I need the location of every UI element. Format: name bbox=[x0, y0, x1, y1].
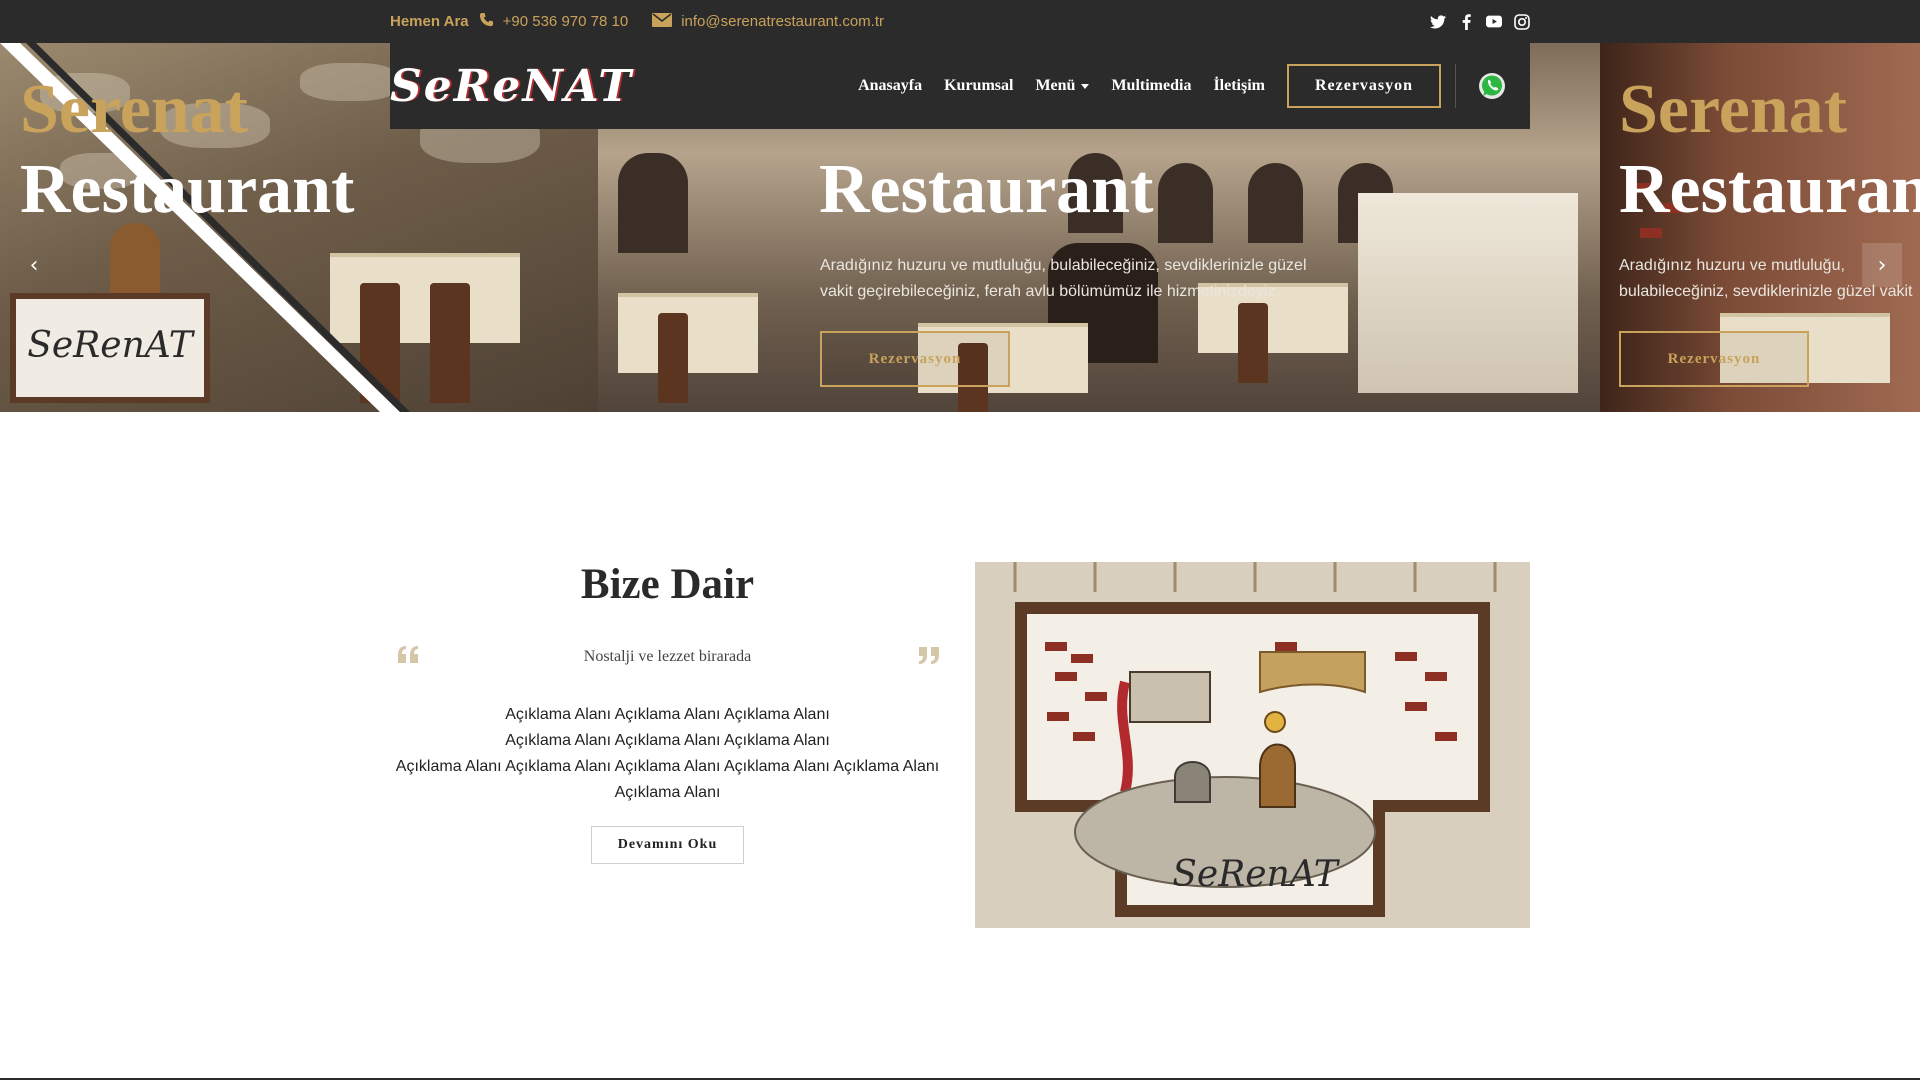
nav-home-label: Anasayfa bbox=[858, 77, 923, 94]
top-bar: Hemen Ara +90 536 970 78 10 info@serenat… bbox=[0, 0, 1920, 43]
nav-menu-label: Menü bbox=[1035, 77, 1076, 94]
arch-window bbox=[618, 153, 688, 253]
about-subtitle: Nostalji ve lezzet birarada bbox=[583, 648, 752, 665]
chair-image bbox=[658, 313, 688, 403]
main-header: SeReNAT Anasayfa Kurumsal Menü Multimedi… bbox=[390, 43, 1530, 129]
staircase bbox=[1358, 193, 1578, 393]
brick-detail bbox=[1640, 228, 1662, 238]
slide-title-line1: Serenat bbox=[1619, 71, 1848, 148]
slider-next-arrow[interactable]: › bbox=[1862, 243, 1902, 287]
description-line: Açıklama Alanı bbox=[614, 784, 721, 801]
about-image: SeRenAT bbox=[975, 562, 1530, 928]
reserve-button[interactable]: Rezervasyon bbox=[1287, 64, 1441, 108]
about-title: Bize Dair bbox=[580, 561, 755, 608]
nav-corporate-label: Kurumsal bbox=[944, 77, 1014, 94]
youtube-icon[interactable] bbox=[1486, 14, 1502, 30]
nav-divider bbox=[1455, 64, 1456, 108]
nav-home[interactable]: Anasayfa bbox=[858, 77, 922, 95]
slide-next-title: Serenat Restaurant bbox=[1619, 75, 1920, 225]
site-logo[interactable]: SeReNAT bbox=[390, 61, 633, 112]
arch-window bbox=[1158, 163, 1213, 243]
instagram-icon[interactable] bbox=[1514, 13, 1530, 30]
nav-contact-label: İletişim bbox=[1213, 77, 1265, 94]
slide-reserve-button[interactable]: Rezervasyon bbox=[820, 331, 1010, 387]
arch-window bbox=[1248, 163, 1303, 243]
description-line: Açıklama Alanı Açıklama Alanı Açıklama A… bbox=[505, 732, 830, 749]
slide-title-line2: Restaurant bbox=[819, 151, 1154, 228]
nav-corporate[interactable]: Kurumsal bbox=[944, 77, 1013, 95]
description-line: Açıklama Alanı Açıklama Alanı Açıklama A… bbox=[395, 758, 940, 775]
slide-title-line2: Restaurant bbox=[20, 151, 355, 228]
phone-icon bbox=[479, 12, 494, 31]
wall-sign-text: SeRenAT bbox=[1172, 854, 1338, 895]
caret-down-icon bbox=[1081, 83, 1090, 89]
slide-previous-title: Serenat Restaurant bbox=[20, 75, 354, 225]
facebook-icon[interactable] bbox=[1458, 13, 1474, 30]
email-link[interactable]: info@serenatrestaurant.com.tr bbox=[681, 13, 884, 30]
table-image bbox=[618, 293, 758, 373]
social-links bbox=[1430, 13, 1530, 30]
envelope-icon bbox=[652, 12, 673, 31]
twitter-icon[interactable] bbox=[1430, 14, 1446, 30]
read-more-button[interactable]: Devamını Oku bbox=[591, 826, 744, 864]
chair-image bbox=[1238, 303, 1268, 383]
top-bar-inner: Hemen Ara +90 536 970 78 10 info@serenat… bbox=[390, 0, 1530, 43]
nav-menu-dropdown[interactable]: Menü bbox=[1035, 77, 1090, 95]
slide-title-line2: Restaurant bbox=[1619, 151, 1920, 228]
call-label: Hemen Ara bbox=[390, 13, 469, 30]
nav-contact[interactable]: İletişim bbox=[1213, 77, 1265, 95]
phone-link[interactable]: +90 536 970 78 10 bbox=[503, 13, 629, 30]
slide-next-reserve-button[interactable]: Rezervasyon bbox=[1619, 331, 1809, 387]
slide-title-line1: Serenat bbox=[20, 71, 249, 148]
nav-multimedia[interactable]: Multimedia bbox=[1111, 77, 1191, 95]
about-description: Açıklama Alanı Açıklama Alanı Açıklama A… bbox=[395, 702, 940, 806]
nav-multimedia-label: Multimedia bbox=[1111, 77, 1192, 94]
main-nav: Anasayfa Kurumsal Menü Multimedia İletiş… bbox=[858, 64, 1530, 108]
whatsapp-icon[interactable] bbox=[1478, 72, 1506, 100]
description-line: Açıklama Alanı Açıklama Alanı Açıklama A… bbox=[505, 706, 830, 723]
slide-active-text: Aradığınız huzuru ve mutluluğu, bulabile… bbox=[820, 257, 1307, 300]
slider-prev-arrow[interactable]: ‹ bbox=[14, 243, 54, 287]
slide-active-title: Restaurant bbox=[819, 155, 1153, 225]
